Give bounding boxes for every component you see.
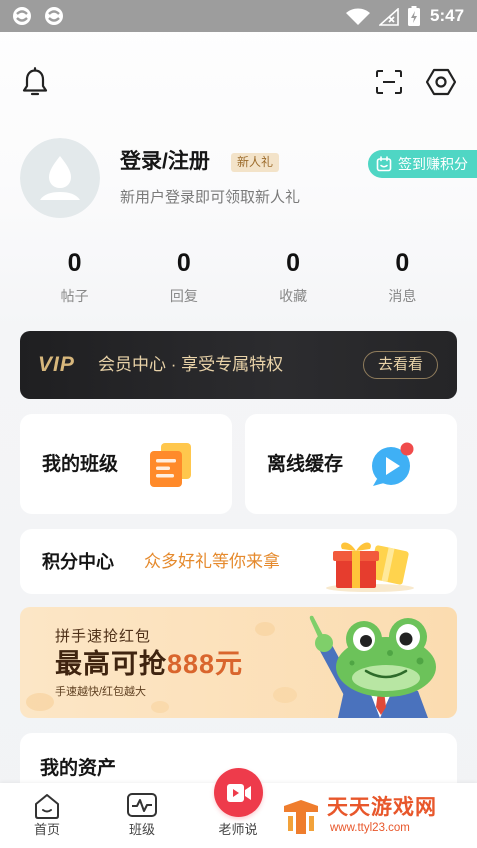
bell-icon[interactable] xyxy=(22,67,48,97)
stat-value: 0 xyxy=(176,249,191,277)
new-user-gift-badge: 新人礼 xyxy=(231,153,280,172)
wifi-icon xyxy=(346,8,370,31)
watermark-name: 天天游戏网 xyxy=(327,796,437,819)
vip-text: 会员中心 · 享受专属特权 xyxy=(98,355,284,374)
login-register-link[interactable]: 登录/注册 xyxy=(120,149,210,175)
home-icon xyxy=(32,792,62,825)
default-avatar-icon xyxy=(20,138,100,218)
app-notification-icon xyxy=(12,6,32,31)
app-notification-icon xyxy=(44,6,64,31)
red-packet-title: 拼手速抢红包 xyxy=(55,628,152,645)
document-icon xyxy=(147,441,195,494)
red-packet-caption: 手速越快/红包越大 xyxy=(55,686,147,698)
points-center-title: 积分中心 xyxy=(42,552,114,572)
stat-label: 收藏 xyxy=(279,288,308,304)
my-assets-title: 我的资产 xyxy=(40,758,117,779)
pulse-icon xyxy=(126,792,158,823)
my-class-label: 我的班级 xyxy=(42,454,119,475)
scan-icon[interactable] xyxy=(375,69,403,95)
vip-view-button[interactable]: 去看看 xyxy=(363,351,438,379)
profile-subtitle: 新用户登录即可领取新人礼 xyxy=(120,189,301,206)
red-packet-banner[interactable]: 拼手速抢红包 最高可抢888元 手速越快/红包越大 xyxy=(20,607,457,718)
frog-mascot xyxy=(300,607,457,718)
headline-amount: 888元 xyxy=(167,649,244,679)
watermark-url: www.ttyl23.com xyxy=(330,822,410,834)
nav-home[interactable]: 首页 xyxy=(17,783,77,848)
stat-value: 0 xyxy=(286,249,301,277)
nav-teacher-label: 老师说 xyxy=(218,822,258,837)
nav-class[interactable]: 班级 xyxy=(112,783,172,848)
stat-value: 0 xyxy=(67,249,82,277)
nav-class-label: 班级 xyxy=(128,822,155,837)
avatar[interactable] xyxy=(20,138,100,218)
vip-banner[interactable]: VIP 会员中心 · 享受专属特权 去看看 xyxy=(20,331,457,399)
settings-icon[interactable] xyxy=(426,68,456,96)
offline-cache-card[interactable]: 离线缓存 xyxy=(245,414,457,514)
gift-icon xyxy=(322,534,418,597)
points-center-tagline: 众多好礼等你来拿 xyxy=(144,552,280,571)
watermark-logo xyxy=(282,798,320,841)
offline-cache-label: 离线缓存 xyxy=(267,454,344,475)
teacher-talk-button[interactable] xyxy=(214,768,263,817)
red-packet-headline: 最高可抢888元 xyxy=(55,648,243,680)
video-icon xyxy=(226,782,252,809)
points-center-card[interactable]: 积分中心 众多好礼等你来拿 xyxy=(20,529,457,594)
nav-home-label: 首页 xyxy=(33,822,60,837)
stat-label: 回复 xyxy=(169,288,198,304)
status-bar: 5:47 xyxy=(0,0,477,32)
stat-favorites[interactable]: 0 收藏 xyxy=(239,248,348,308)
stat-messages[interactable]: 0 消息 xyxy=(348,248,457,308)
stats-row: 0 帖子 0 回复 0 收藏 0 消息 xyxy=(20,248,457,308)
stat-label: 帖子 xyxy=(60,288,89,304)
headline-prefix: 最高可抢 xyxy=(55,649,167,679)
status-time: 5:47 xyxy=(430,6,465,25)
calendar-icon xyxy=(376,156,392,177)
stat-label: 消息 xyxy=(388,288,417,304)
signal-icon xyxy=(377,7,399,31)
stat-replies[interactable]: 0 回复 xyxy=(129,248,238,308)
battery-icon xyxy=(408,6,420,31)
my-class-card[interactable]: 我的班级 xyxy=(20,414,232,514)
checkin-label: 签到赚积分 xyxy=(398,156,468,172)
stat-posts[interactable]: 0 帖子 xyxy=(20,248,129,308)
checkin-button[interactable]: 签到赚积分 xyxy=(368,150,477,178)
vip-logo: VIP xyxy=(38,353,75,376)
stat-value: 0 xyxy=(395,249,410,277)
play-icon xyxy=(369,440,417,493)
